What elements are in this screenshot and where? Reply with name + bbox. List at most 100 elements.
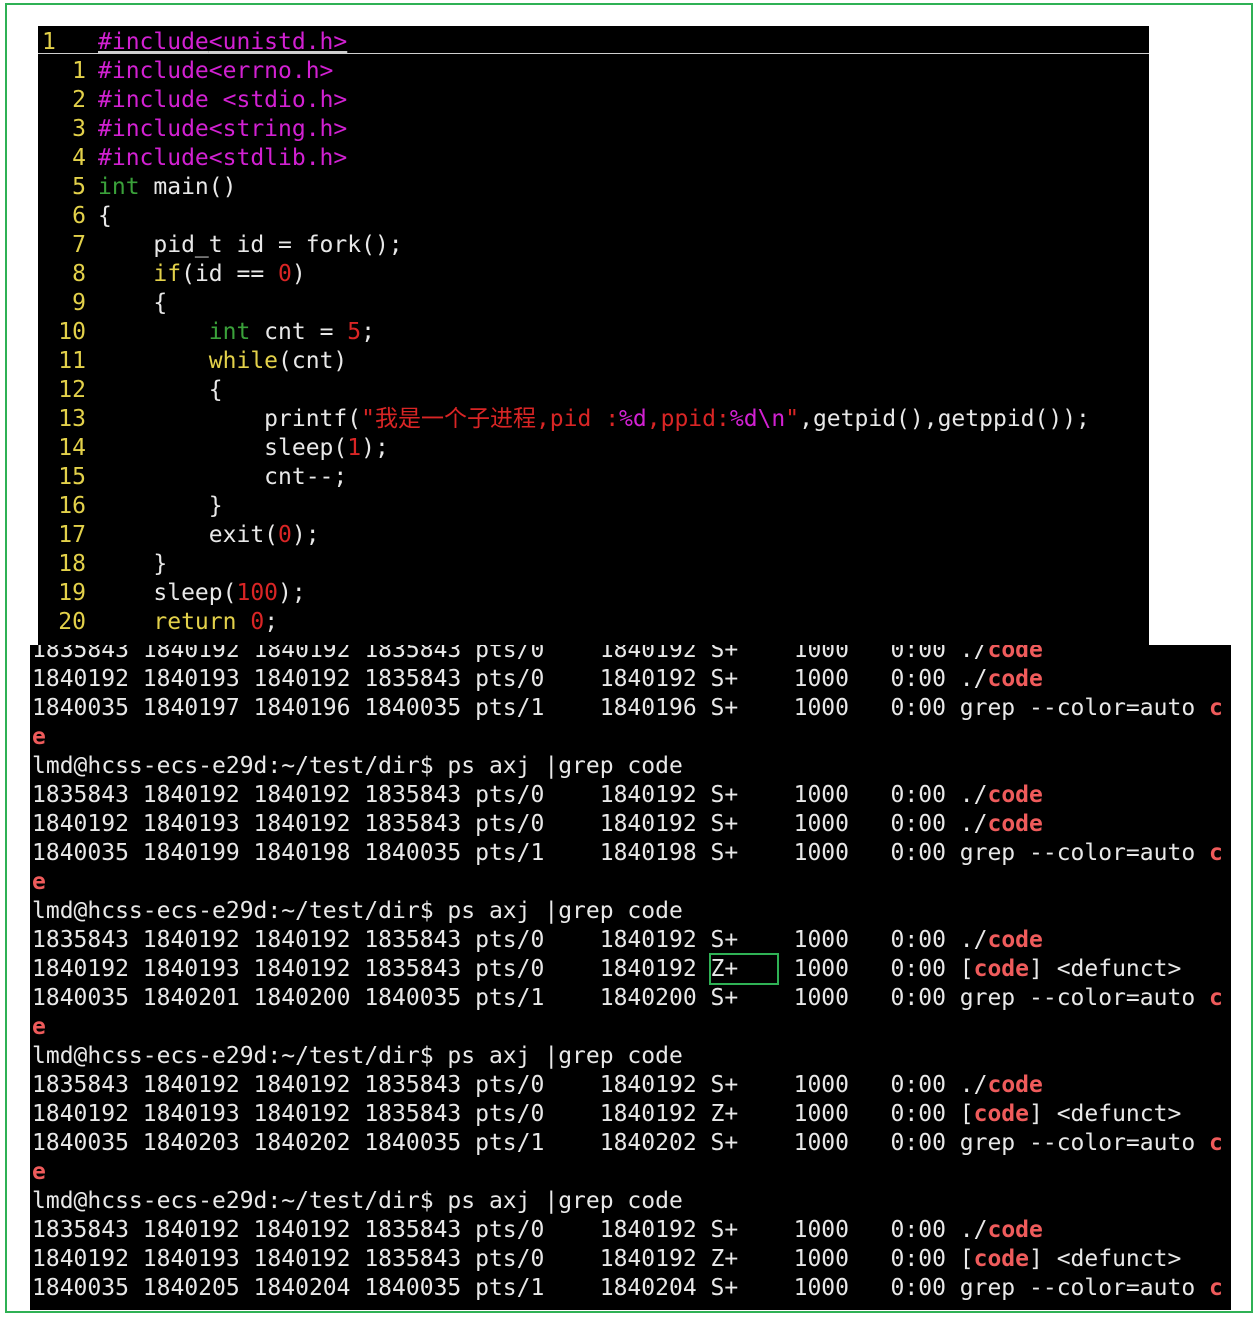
terminal-line: 1835843 1840192 1840192 1835843 pts/0 18… [32,926,1043,955]
code-token: { [98,377,223,403]
code-token: #include [98,116,209,142]
line-number: 14 [58,435,86,461]
grep-match: code [987,666,1043,692]
grep-match: code [987,811,1043,837]
terminal-line: 1840035 1840205 1840204 1840035 pts/1 18… [32,1274,1223,1303]
vim-editor-pane[interactable]: 1 #include<unistd.h> 1 #include<errno.h> 2 #i… [38,26,1149,645]
grep-match: code [987,782,1043,808]
terminal-line: 1835843 1840192 1840192 1835843 pts/0 18… [32,1216,1043,1245]
code-token: <unistd.h> [208,29,348,55]
code-token: sleep( [98,435,348,461]
code-token: (id == [181,261,279,287]
terminal-line: e [32,868,46,897]
code-text: #include<stdlib.h> [86,145,347,171]
code-line: 1 #include<errno.h> [38,57,333,86]
code-token: } [98,551,168,577]
code-line: 14 sleep(1); [38,434,389,463]
grep-match: code [987,927,1043,953]
code-token: exit( [98,522,279,548]
code-token: 0 [250,609,265,635]
code-line: 2 #include <stdio.h> [38,86,347,115]
grep-match: code [973,1246,1029,1272]
code-token: 0 [278,261,292,287]
code-token: #include [98,87,209,113]
terminal-text: 1840192 1840193 1840192 1835843 pts/0 18… [32,666,988,692]
code-line: 17 exit(0); [38,521,319,550]
code-text: #include<string.h> [86,116,347,142]
code-token: 1 [347,435,362,461]
grep-match: e [32,1014,46,1040]
code-token: ; [361,319,375,345]
code-token: ; [264,609,279,635]
terminal-text: ] <defunct> [1029,1246,1182,1272]
code-token: main() [139,174,237,200]
terminal-text: 1840192 1840193 1840192 1835843 pts/0 18… [32,1246,974,1272]
terminal-pane[interactable]: 1835843 1840192 1840192 1835843 pts/0 18… [30,645,1231,1310]
code-token: #include [98,58,209,84]
code-token: <stdio.h> [222,87,348,113]
code-text: { [86,203,112,229]
grep-match: e [32,869,46,895]
terminal-line: 1840192 1840193 1840192 1835843 pts/0 18… [32,955,1181,984]
code-line: 13 printf("我是一个子进程,pid :%d,ppid:%d\n",ge… [38,405,1090,434]
code-token: return [153,609,237,635]
code-token: \n [757,406,786,432]
code-text: while(cnt) [86,348,348,374]
terminal-line: 1840035 1840197 1840196 1840035 pts/1 18… [32,694,1223,723]
line-number: 17 [58,522,86,548]
terminal-text: ] <defunct> [1029,1101,1182,1127]
code-text: int cnt = 5; [86,319,375,345]
code-text: } [86,493,223,519]
code-text: { [86,377,223,403]
code-token: int [208,319,251,345]
terminal-line: 1840035 1840199 1840198 1840035 pts/1 18… [32,839,1223,868]
grep-match: code [987,1217,1043,1243]
line-number: 7 [72,232,86,258]
code-text: sleep(100); [86,580,305,606]
terminal-line: lmd@hcss-ecs-e29d:~/test/dir$ ps axj |gr… [32,752,683,781]
line-number: 12 [58,377,86,403]
code-token: (cnt) [278,348,348,374]
code-text: int main() [86,174,236,200]
code-text: sleep(1); [86,435,389,461]
code-line: 1 #include<unistd.h> [38,28,347,57]
terminal-text: 1840035 1840205 1840204 1840035 pts/1 18… [32,1275,1210,1301]
code-token: <errno.h> [208,58,334,84]
code-line: 7 pid_t id = fork(); [38,231,403,260]
terminal-text: 1835843 1840192 1840192 1835843 pts/0 18… [32,645,988,663]
code-token: int [98,174,140,200]
terminal-text: ] <defunct> [1029,956,1182,982]
code-token: " [785,406,800,432]
code-token: ,getpid(),getppid()); [799,406,1090,432]
code-line: 12 { [38,376,223,405]
grep-match: c [1209,1275,1223,1301]
terminal-line: lmd@hcss-ecs-e29d:~/test/dir$ ps axj |gr… [32,1187,683,1216]
code-line: 19 sleep(100); [38,579,305,608]
code-token: <stdlib.h> [208,145,348,171]
terminal-text: 1840192 1840193 1840192 1835843 pts/0 18… [32,1101,974,1127]
line-number: 4 [72,145,86,171]
code-text: #include<unistd.h> [86,29,347,55]
grep-match: e [32,724,46,750]
line-number: 1 [72,58,86,84]
grep-match: code [973,1101,1029,1127]
code-token: sleep( [98,580,237,606]
line-number: 10 [58,319,86,345]
terminal-line: 1840192 1840193 1840192 1835843 pts/0 18… [32,1100,1181,1129]
code-line: 15 cnt--; [38,463,347,492]
code-line: 3 #include<string.h> [38,115,347,144]
code-token: { [98,290,168,316]
terminal-text: lmd@hcss-ecs-e29d:~/test/dir$ ps axj |gr… [32,1188,683,1214]
code-token: #include [98,145,209,171]
terminal-text: 1840035 1840203 1840202 1840035 pts/1 18… [32,1130,1210,1156]
code-token: if [153,261,182,287]
terminal-text: 1835843 1840192 1840192 1835843 pts/0 18… [32,927,988,953]
code-text: pid_t id = fork(); [86,232,402,258]
terminal-line: 1840192 1840193 1840192 1835843 pts/0 18… [32,810,1043,839]
line-number: 1 [42,29,56,55]
line-number: 15 [58,464,86,490]
grep-match: e [32,1159,46,1185]
